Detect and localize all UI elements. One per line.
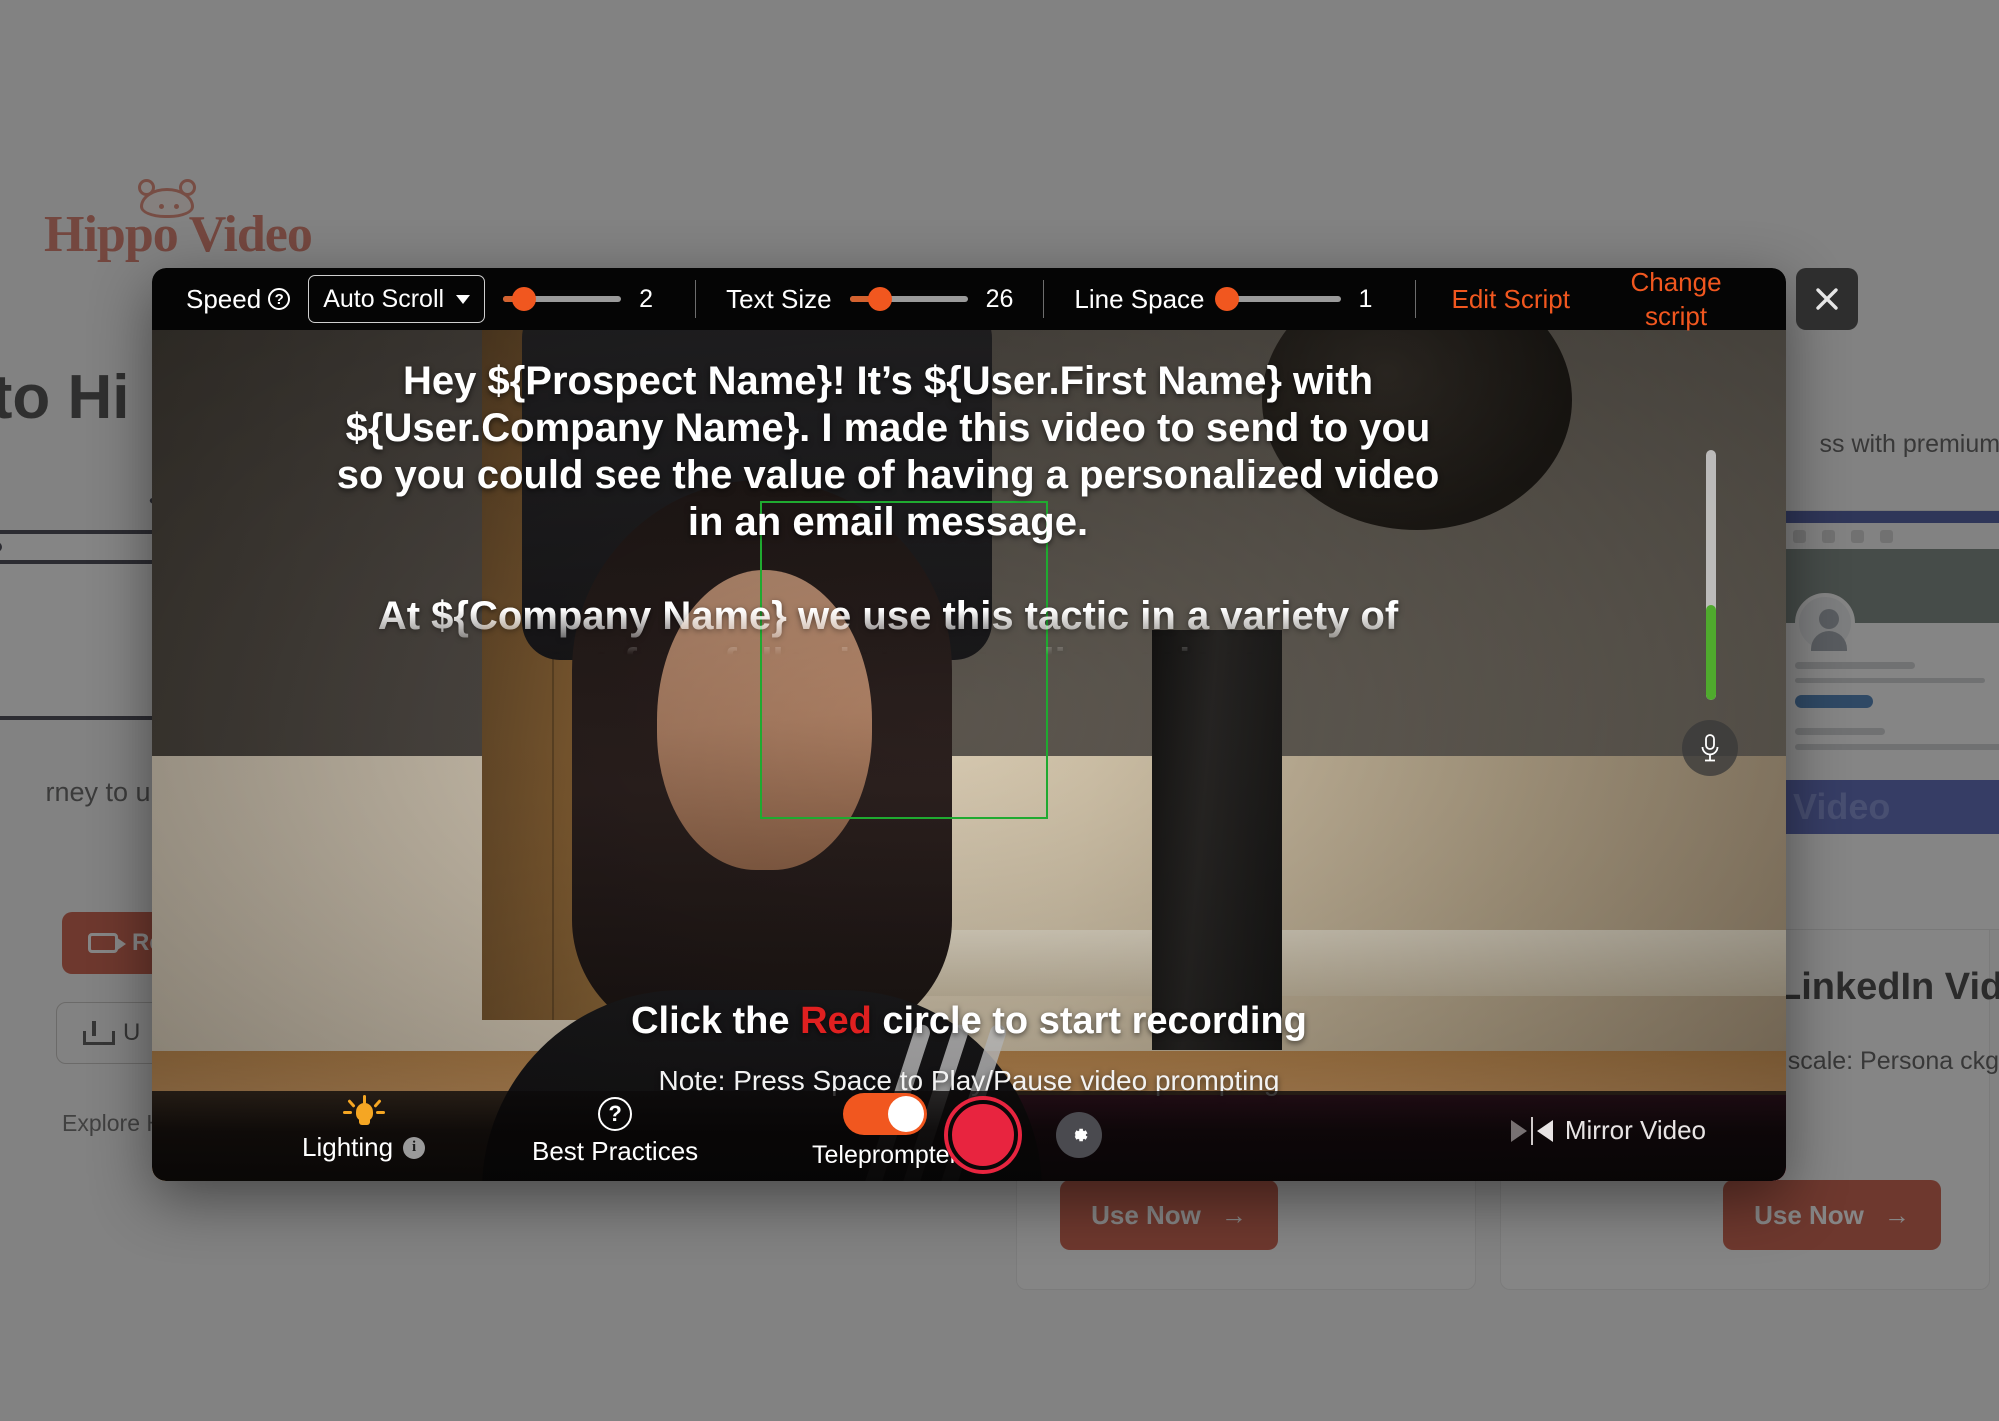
text-size-control-group: Text Size 26	[726, 284, 1013, 315]
microphone-icon	[1701, 734, 1719, 762]
info-icon[interactable]: i	[403, 1136, 426, 1159]
toolbar-divider	[1414, 280, 1416, 318]
question-circle-icon: ?	[598, 1097, 633, 1131]
video-recorder-modal: Speed ? Auto Scroll 2 Text Size 26 Line …	[152, 268, 1786, 1181]
scroll-mode-value: Auto Scroll	[323, 284, 445, 313]
mirror-video-label: Mirror Video	[1564, 1115, 1706, 1145]
microphone-button[interactable]	[1682, 720, 1738, 776]
lighting-label: Lighting	[302, 1132, 394, 1162]
speed-label: Speed	[186, 283, 262, 314]
hint-red-word: Red	[800, 1000, 872, 1042]
best-practices-label: Best Practices	[532, 1136, 699, 1166]
record-hint: Click the Red circle to start recording	[152, 1000, 1786, 1043]
line-space-slider[interactable]	[1215, 287, 1341, 311]
hint-suffix: circle to start recording	[871, 1000, 1307, 1042]
text-size-slider-thumb[interactable]	[868, 287, 893, 311]
line-space-label: Line Space	[1074, 283, 1205, 314]
audio-level-meter	[1706, 450, 1716, 700]
teleprompter-text: Hey ${Prospect Name}! It’s ${User.First …	[328, 358, 1448, 658]
line-space-slider-thumb[interactable]	[1215, 287, 1240, 311]
prompter-paragraph-2: At ${Company Name} we use this tactic in…	[377, 594, 1399, 658]
settings-button[interactable]	[1056, 1112, 1102, 1158]
speed-slider-thumb[interactable]	[512, 287, 537, 311]
lightbulb-icon	[342, 1095, 385, 1129]
gear-icon	[1074, 1128, 1088, 1142]
line-space-control-group: Line Space 1	[1074, 284, 1384, 315]
recorder-controls-bar: Lighting i ? Best Practices Teleprompter	[152, 1091, 1786, 1181]
speed-control-group: Speed ? Auto Scroll 2	[186, 275, 665, 323]
toolbar-divider	[695, 280, 697, 318]
teleprompter-toolbar: Speed ? Auto Scroll 2 Text Size 26 Line …	[152, 268, 1786, 333]
chevron-down-icon	[456, 294, 471, 304]
hint-prefix: Click the	[631, 1000, 801, 1042]
text-size-slider[interactable]	[849, 287, 968, 311]
record-button[interactable]	[948, 1100, 1018, 1170]
toolbar-divider	[1043, 280, 1045, 318]
mirror-flip-icon	[1510, 1116, 1553, 1145]
video-preview-stage: Hey ${Prospect Name}! It’s ${User.First …	[152, 330, 1786, 1181]
teleprompter-toggle-control[interactable]: Teleprompter	[812, 1093, 958, 1170]
close-icon	[1816, 288, 1838, 310]
text-size-value: 26	[985, 284, 1014, 313]
lighting-control[interactable]: Lighting i	[302, 1095, 426, 1163]
teleprompter-toggle[interactable]	[842, 1093, 927, 1135]
line-space-value: 1	[1358, 284, 1373, 313]
speed-value: 2	[639, 284, 653, 313]
speed-help-icon[interactable]: ?	[268, 288, 291, 310]
mirror-video-control[interactable]: Mirror Video	[1510, 1115, 1706, 1146]
best-practices-control[interactable]: ? Best Practices	[532, 1097, 698, 1167]
teleprompter-label: Teleprompter	[812, 1141, 958, 1169]
prompter-paragraph-1: Hey ${Prospect Name}! It’s ${User.First …	[336, 359, 1440, 544]
change-script-button[interactable]: Change script	[1628, 268, 1724, 333]
edit-script-button[interactable]: Edit Script	[1452, 282, 1571, 316]
close-modal-button[interactable]	[1796, 268, 1858, 330]
scroll-mode-select[interactable]: Auto Scroll	[308, 275, 486, 323]
speed-slider[interactable]	[503, 287, 622, 311]
text-size-label: Text Size	[726, 283, 832, 314]
